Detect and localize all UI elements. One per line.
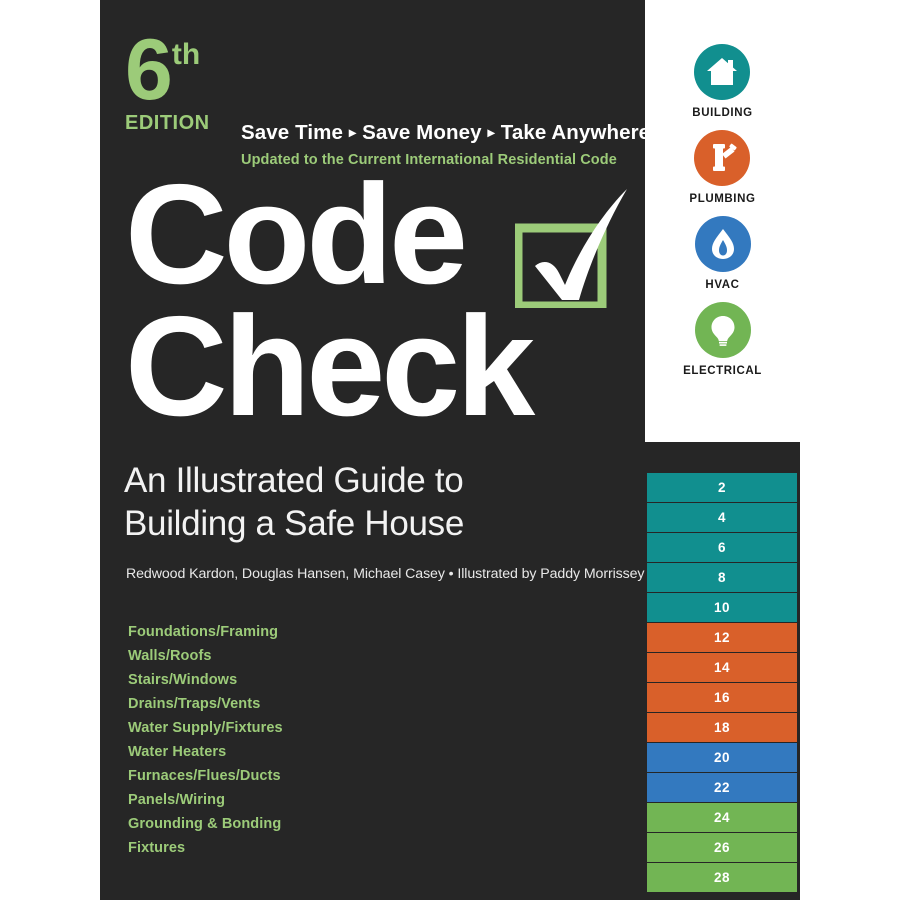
category-icon-panel: BUILDING PLUMBING HVAC ELECTRICAL (645, 0, 900, 442)
category-plumbing: PLUMBING (689, 130, 755, 205)
subtitle-line-2: Building a Safe House (124, 503, 465, 543)
list-item: Water Heaters (128, 744, 227, 760)
topics-list: Foundations/Framing Walls/Roofs Stairs/W… (128, 620, 548, 860)
list-item: Panels/Wiring (128, 792, 226, 808)
category-label: HVAC (705, 279, 740, 291)
electrical-icon-circle (694, 302, 751, 358)
flame-icon (711, 229, 734, 259)
page-tab-number: 20 (713, 750, 731, 765)
lightbulb-icon (711, 316, 734, 346)
tagline-part-3: Take Anywhere (500, 121, 651, 144)
house-icon (707, 58, 738, 85)
page-tab[interactable]: 10 (647, 593, 797, 623)
title-line-2: Check (125, 286, 535, 446)
hvac-icon-circle (694, 216, 751, 272)
page-tab[interactable]: 26 (647, 833, 797, 863)
page-tab[interactable]: 6 (647, 533, 797, 563)
page-tab[interactable]: 16 (647, 683, 797, 713)
page-tab-number: 18 (713, 720, 731, 735)
page-tab-number: 2 (717, 480, 726, 495)
category-building: BUILDING (692, 44, 752, 119)
edition-badge: 6 th EDITION (125, 22, 305, 135)
subtitle-line-1: An Illustrated Guide to (124, 461, 464, 500)
list-item: Walls/Roofs (128, 648, 212, 664)
page-tab-number: 10 (713, 600, 731, 615)
building-icon-circle (694, 44, 751, 100)
arrow-separator-icon: ▸ (487, 124, 495, 140)
book-subtitle: An Illustrated Guide to Building a Safe … (124, 460, 644, 545)
list-item: Stairs/Windows (128, 672, 238, 688)
book-title: Code Check (125, 155, 645, 446)
page-tab[interactable]: 22 (647, 773, 797, 803)
page-tab-number: 28 (713, 870, 731, 885)
edition-superscript: th (171, 38, 201, 71)
category-label: PLUMBING (689, 193, 756, 205)
page-tab-number: 14 (713, 660, 731, 675)
category-hvac: HVAC (694, 216, 751, 291)
list-item: Water Supply/Fixtures (128, 720, 283, 736)
category-label: ELECTRICAL (683, 365, 762, 377)
edition-number: 6 (125, 22, 173, 118)
list-item: Foundations/Framing (128, 624, 279, 640)
page-tab-number: 16 (713, 690, 731, 705)
page-tab[interactable]: 18 (647, 713, 797, 743)
page-tab-number: 26 (713, 840, 731, 855)
category-label: BUILDING (692, 107, 753, 119)
list-item: Furnaces/Flues/Ducts (128, 768, 281, 784)
plumbing-icon-circle (694, 130, 751, 186)
list-item: Drains/Traps/Vents (128, 696, 261, 712)
pipe-wye-icon (713, 143, 738, 171)
arrow-separator-icon: ▸ (348, 124, 357, 140)
authors-credit: Redwood Kardon, Douglas Hansen, Michael … (126, 566, 645, 582)
page-tab-number: 6 (717, 540, 726, 555)
category-icon-column: BUILDING PLUMBING HVAC ELECTRICAL (645, 44, 800, 388)
page-tab[interactable]: 24 (647, 803, 797, 833)
page-tab[interactable]: 12 (647, 623, 797, 653)
page-tab[interactable]: 28 (647, 863, 797, 893)
page-tab-number: 12 (713, 630, 731, 645)
page-tab[interactable]: 8 (647, 563, 797, 593)
page-tab-number: 4 (717, 510, 726, 525)
page-tab[interactable]: 20 (647, 743, 797, 773)
page-tab[interactable]: 4 (647, 503, 797, 533)
book-cover: 6 th EDITION Save Time ▸ Save Money ▸ Take A… (0, 0, 900, 900)
category-electrical: ELECTRICAL (683, 302, 762, 377)
title-line-1: Code (125, 155, 468, 314)
tagline-part-1: Save Time (241, 121, 343, 144)
page-tab[interactable]: 2 (647, 473, 797, 503)
page-tab-number: 8 (717, 570, 726, 585)
page-tab-number: 24 (713, 810, 731, 825)
list-item: Fixtures (128, 840, 186, 856)
tagline-part-2: Save Money (362, 121, 482, 144)
page-tab-number: 22 (713, 780, 731, 795)
tagline-benefits: Save Time ▸ Save Money ▸ Take Anywhere (241, 121, 650, 145)
page-tab[interactable]: 14 (647, 653, 797, 683)
page-tabs-list: 2 4 6 8 10 12 14 16 18 20 22 24 26 28 (647, 473, 797, 893)
list-item: Grounding & Bonding (128, 816, 282, 832)
